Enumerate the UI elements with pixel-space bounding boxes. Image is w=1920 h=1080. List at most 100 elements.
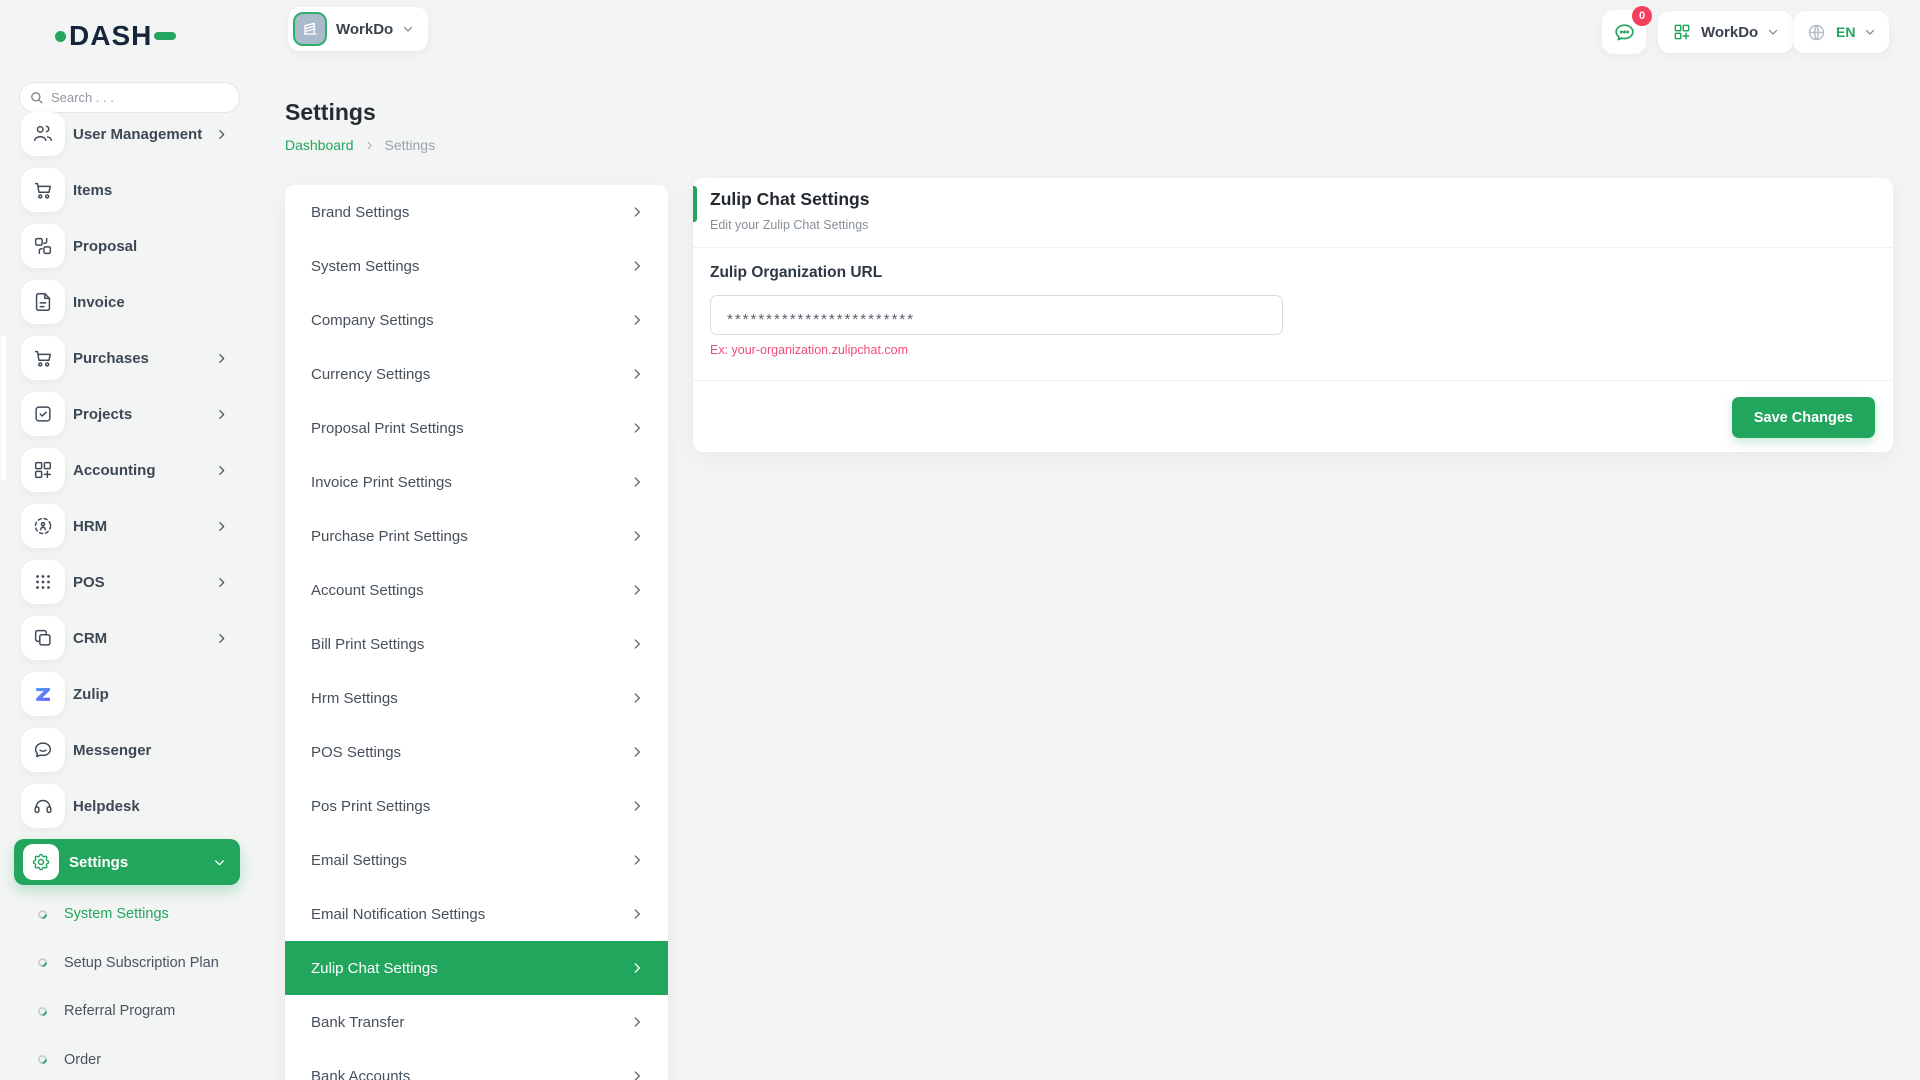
sidebar-item-projects[interactable]: Projects [0,386,256,442]
sidebar-item-hrm[interactable]: HRM [0,498,256,554]
sidebar-item-label: User Management [73,125,203,143]
file-text-icon [21,280,65,324]
company-name: WorkDo [336,20,394,38]
chevron-right-icon [634,747,640,757]
settings-menu-item-currency-settings[interactable]: Currency Settings [285,347,668,401]
breadcrumb-dashboard[interactable]: Dashboard [285,137,354,153]
sidebar-item-messenger[interactable]: Messenger [0,722,256,778]
zulip-icon [21,672,65,716]
grid-plus-icon [1674,24,1690,40]
sidebar-item-invoice[interactable]: Invoice [0,274,256,330]
settings-menu-item-zulip-chat-settings[interactable]: Zulip Chat Settings [285,941,668,995]
sidebar-item-label: Settings [69,853,129,871]
settings-menu-item-pos-settings[interactable]: POS Settings [285,725,668,779]
apps-menu-button[interactable]: WorkDo [1658,11,1794,53]
submenu-item-referral-program[interactable]: Referral Program [0,987,256,1036]
settings-menu-item-bank-accounts[interactable]: Bank Accounts [285,1049,668,1080]
apps-menu-label: WorkDo [1701,23,1759,41]
sidebar-item-label: CRM [73,629,108,647]
chevron-right-icon [219,409,225,419]
chevron-right-icon [634,477,640,487]
search-icon [31,91,43,104]
sidebar-item-user-management[interactable]: User Management [0,106,256,162]
sidebar-item-helpdesk[interactable]: Helpdesk [0,778,256,834]
search-input[interactable] [51,90,229,105]
chevron-right-icon [634,207,640,217]
language-selector[interactable]: EN [1793,11,1890,53]
page-title: Settings [285,99,376,125]
sidebar-item-proposal[interactable]: Proposal [0,218,256,274]
settings-menu-card: Brand Settings System Settings Company S… [285,185,668,1080]
sidebar-scrollbar[interactable] [1,335,6,480]
settings-menu-item-purchase-print-settings[interactable]: Purchase Print Settings [285,509,668,563]
settings-menu-item-account-settings[interactable]: Account Settings [285,563,668,617]
cart-icon [21,168,65,212]
settings-menu-item-bank-transfer[interactable]: Bank Transfer [285,995,668,1049]
chevron-right-icon [634,261,640,271]
sidebar-item-crm[interactable]: CRM [0,610,256,666]
chevron-right-icon [634,963,640,973]
settings-menu-item-email-settings[interactable]: Email Settings [285,833,668,887]
settings-menu-item-brand-settings[interactable]: Brand Settings [285,185,668,239]
settings-menu-item-hrm-settings[interactable]: Hrm Settings [285,671,668,725]
sidebar-item-accounting[interactable]: Accounting [0,442,256,498]
sidebar-item-label: HRM [73,517,108,535]
settings-menu-item-company-settings[interactable]: Company Settings [285,293,668,347]
brand-logo[interactable]: DASH [55,22,177,50]
chevron-down-icon [215,859,224,865]
company-switcher[interactable]: WorkDo [288,7,429,51]
chevron-down-icon [404,26,413,32]
building-icon [303,22,317,35]
sidebar-item-label: Messenger [73,741,152,759]
settings-menu-item-proposal-print-settings[interactable]: Proposal Print Settings [285,401,668,455]
sidebar-item-zulip[interactable]: Zulip [0,666,256,722]
zulip-chat-settings-panel: Zulip Chat Settings Edit your Zulip Chat… [693,178,1893,452]
circle-dashed-person-icon [21,504,65,548]
settings-menu-item-bill-print-settings[interactable]: Bill Print Settings [285,617,668,671]
settings-menu-item-email-notification-settings[interactable]: Email Notification Settings [285,887,668,941]
sidebar-item-label: Helpdesk [73,797,140,815]
zulip-url-input[interactable] [710,295,1283,335]
settings-menu-item-pos-print-settings[interactable]: Pos Print Settings [285,779,668,833]
headset-icon [21,784,65,828]
users-icon [21,112,65,156]
cart-icon [21,336,65,380]
logo-dot-icon [55,30,66,42]
sidebar-nav: User Management Items Proposal Invoice P… [0,106,256,890]
chevron-right-icon [219,353,225,363]
chevron-right-icon [634,639,640,649]
chevron-right-icon [634,693,640,703]
chat-bubble-icon [1614,23,1634,40]
messages-button[interactable]: 0 [1602,6,1652,54]
company-avatar [293,12,327,46]
bullet-icon [36,1053,49,1067]
message-circle-icon [21,728,65,772]
grid-plus-icon [21,448,65,492]
divider [693,380,1893,381]
submenu-item-label: Referral Program [64,1003,176,1020]
bullet-icon [36,1004,49,1018]
panel-subtitle: Edit your Zulip Chat Settings [710,218,869,232]
save-changes-button[interactable]: Save Changes [1731,397,1875,438]
sidebar-item-purchases[interactable]: Purchases [0,330,256,386]
swap-squares-icon [21,224,65,268]
chevron-right-icon [634,369,640,379]
submenu-item-setup-subscription-plan[interactable]: Setup Subscription Plan [0,939,256,988]
submenu-item-order[interactable]: Order [0,1036,256,1080]
chevron-right-icon [219,129,225,139]
divider [693,247,1893,248]
settings-menu-item-invoice-print-settings[interactable]: Invoice Print Settings [285,455,668,509]
bullet-icon [36,956,49,970]
submenu-item-system-settings[interactable]: System Settings [0,890,256,939]
app-screen: DASH User Management Items Proposal [0,0,1920,1080]
sidebar-item-label: Accounting [73,461,156,479]
settings-menu-item-system-settings[interactable]: System Settings [285,239,668,293]
sidebar-item-items[interactable]: Items [0,162,256,218]
check-square-icon [21,392,65,436]
chevron-right-icon [634,909,640,919]
sidebar-item-settings[interactable]: Settings [14,839,240,885]
sidebar-item-pos[interactable]: POS [0,554,256,610]
sidebar: DASH User Management Items Proposal [0,0,256,1080]
breadcrumb-current: Settings [384,137,436,153]
language-code: EN [1836,24,1856,40]
